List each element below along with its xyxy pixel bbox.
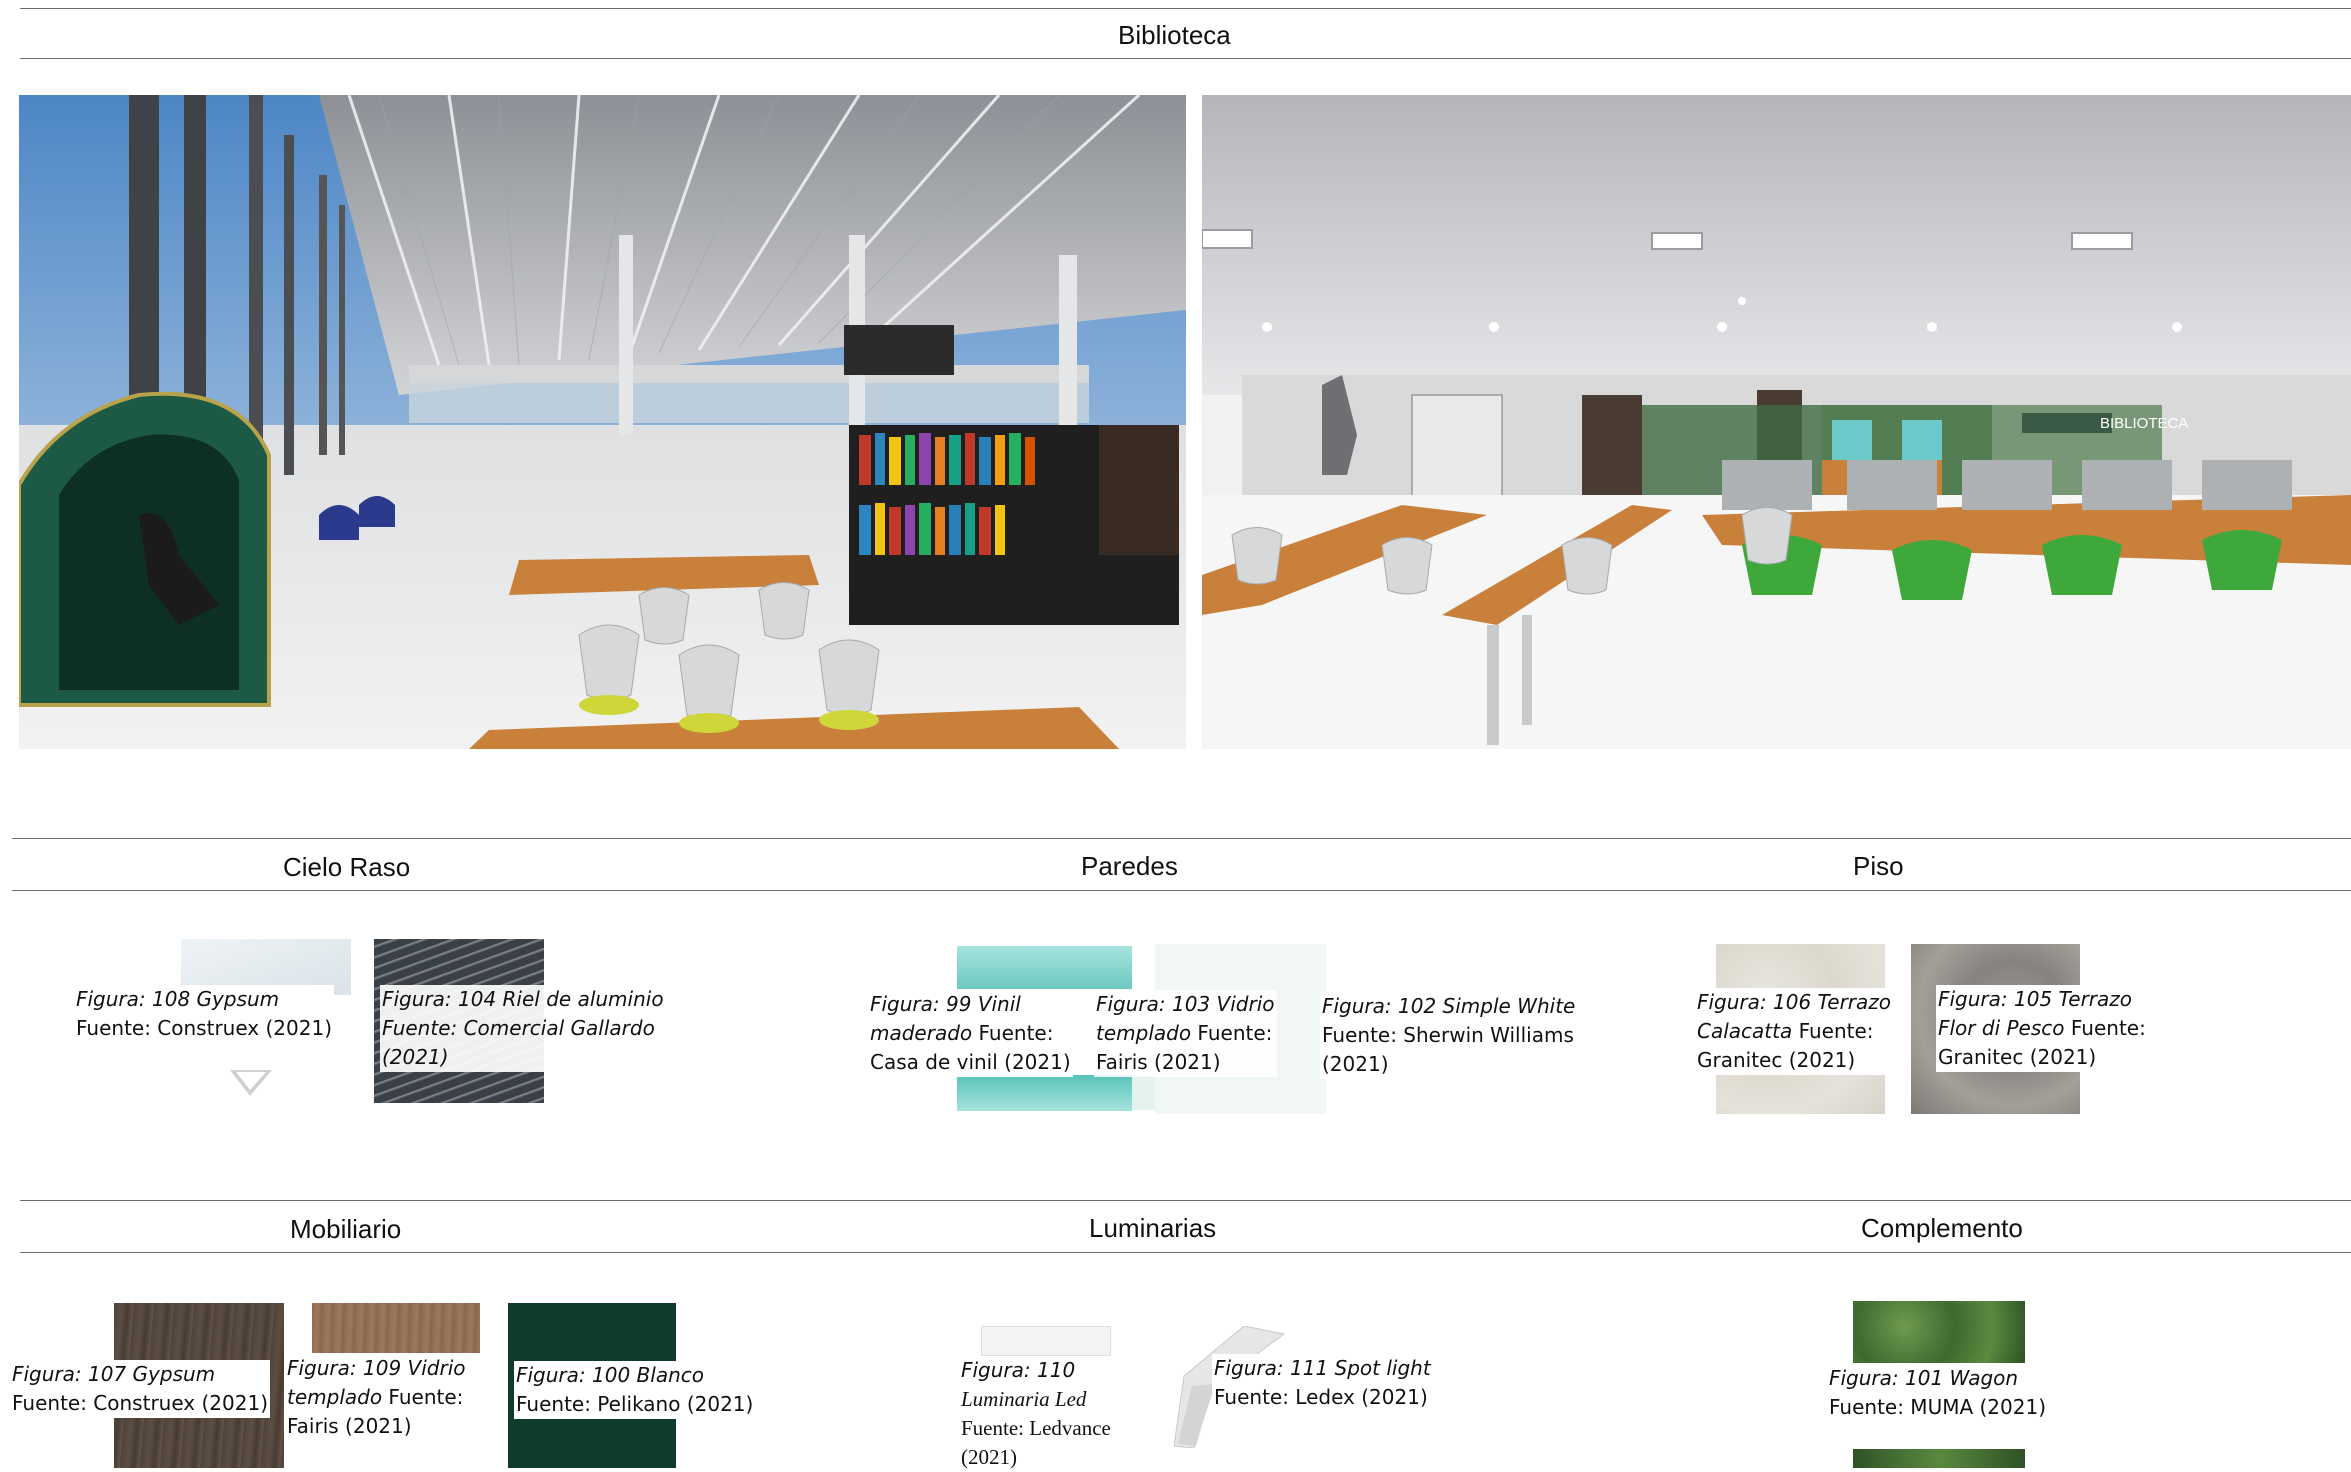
caption-fig108: Figura: 108 Gypsum Fuente: Construex (20… <box>74 985 334 1043</box>
glass-corner-swatch <box>1132 1076 1155 1110</box>
caption-fig103-title: Figura: 103 Vidrio <box>1096 992 1275 1016</box>
vertical-garden-swatch-bottom <box>1853 1449 2025 1468</box>
caption-fig111-source: Fuente: Ledex (2021) <box>1214 1385 1428 1409</box>
caption-fig104-year: (2021) <box>382 1045 449 1069</box>
caption-fig99-title: Figura: 99 Vinil <box>870 992 1021 1016</box>
caption-fig103-source-label: Fuente: <box>1191 1021 1273 1045</box>
render-left <box>19 95 1186 749</box>
caption-fig99-material: maderado <box>870 1021 973 1045</box>
caption-fig105-material: Flor di Pesco <box>1938 1016 2065 1040</box>
vertical-garden-swatch <box>1853 1301 2025 1363</box>
caption-fig103: Figura: 103 Vidrio templado Fuente: Fair… <box>1094 990 1277 1077</box>
caption-fig102: Figura: 102 Simple White Fuente: Sherwin… <box>1320 992 1578 1079</box>
caption-fig108-title: Figura: 108 Gypsum <box>76 987 280 1011</box>
caption-fig100: Figura: 100 Blanco Fuente: Pelikano (202… <box>514 1361 756 1419</box>
caption-fig101: Figura: 101 Wagon Fuente: MUMA (2021) <box>1827 1364 2049 1422</box>
caption-fig101-title: Figura: 101 Wagon <box>1829 1366 2019 1390</box>
caption-fig103-material: templado <box>1096 1021 1192 1045</box>
caption-fig100-source: Fuente: Pelikano (2021) <box>516 1392 754 1416</box>
caption-fig110-year: (2021) <box>961 1445 1017 1469</box>
caption-fig101-source: Fuente: MUMA (2021) <box>1829 1395 2047 1419</box>
caption-fig100-title: Figura: 100 Blanco <box>516 1363 704 1387</box>
caption-fig110: Figura: 110 Luminaria Led Fuente: Ledvan… <box>959 1356 1113 1472</box>
caption-fig106-title: Figura: 106 Terrazo <box>1697 990 1892 1014</box>
light-wood-swatch <box>312 1303 480 1353</box>
caption-fig104: Figura: 104 Riel de aluminio Fuente: Com… <box>380 985 666 1072</box>
caption-fig105-source: Granitec (2021) <box>1938 1045 2097 1069</box>
caption-fig110-source: Fuente: Ledvance <box>961 1416 1111 1440</box>
gypsum-corner-mark <box>230 1070 272 1096</box>
caption-fig105: Figura: 105 Terrazo Flor di Pesco Fuente… <box>1936 985 2148 1072</box>
title-underline <box>20 58 2351 59</box>
vinyl-wall-swatch <box>957 946 1132 989</box>
caption-fig103-source: Fairis (2021) <box>1096 1050 1221 1074</box>
section-complemento: Complemento <box>1861 1213 2023 1243</box>
caption-fig106-source-label: Fuente: <box>1792 1019 1874 1043</box>
caption-fig109-title: Figura: 109 Vidrio <box>287 1356 466 1380</box>
caption-fig110-material: Luminaria Led <box>961 1387 1087 1411</box>
section-mobiliario: Mobiliario <box>290 1214 402 1244</box>
page-title: Biblioteca <box>1118 20 1231 50</box>
biblioteca-sign: BIBLIOTECA <box>2100 415 2188 432</box>
led-luminaire-swatch <box>981 1326 1111 1356</box>
caption-fig99-source: Casa de vinil (2021) <box>870 1050 1071 1074</box>
caption-fig107-source: Fuente: Construex (2021) <box>12 1391 268 1415</box>
vinyl-wall-swatch-bottom <box>957 1075 1132 1111</box>
caption-fig109-material: templado <box>287 1385 383 1409</box>
caption-fig111: Figura: 111 Spot light Fuente: Ledex (20… <box>1212 1354 1433 1412</box>
row1-top-rule <box>12 838 2351 839</box>
caption-fig107-title: Figura: 107 Gypsum <box>12 1362 216 1386</box>
section-cielo-raso: Cielo Raso <box>283 852 411 882</box>
caption-fig106-source: Granitec (2021) <box>1697 1048 1856 1072</box>
section-paredes: Paredes <box>1081 851 1178 881</box>
caption-fig104-title: Figura: 104 Riel de aluminio <box>382 987 664 1011</box>
caption-fig106-material: Calacatta <box>1697 1019 1793 1043</box>
section-luminarias: Luminarias <box>1089 1213 1217 1243</box>
caption-fig109-source: Fairis (2021) <box>287 1414 412 1438</box>
caption-fig109-source-label: Fuente: <box>382 1385 464 1409</box>
caption-fig102-title: Figura: 102 Simple White <box>1322 994 1576 1018</box>
caption-fig110-title: Figura: 110 <box>961 1358 1076 1382</box>
row1-bottom-rule <box>12 890 2351 891</box>
caption-fig107: Figura: 107 Gypsum Fuente: Construex (20… <box>10 1360 270 1418</box>
top-rule <box>20 8 2351 9</box>
caption-fig99-source-label: Fuente: <box>972 1021 1054 1045</box>
caption-fig109: Figura: 109 Vidrio templado Fuente: Fair… <box>285 1354 468 1441</box>
caption-fig99: Figura: 99 Vinil maderado Fuente: Casa d… <box>868 990 1073 1077</box>
section-piso: Piso <box>1853 851 1904 881</box>
row2-bottom-rule <box>20 1252 2351 1253</box>
caption-fig104-source: Fuente: Comercial Gallardo <box>382 1016 655 1040</box>
caption-fig105-source-label: Fuente: <box>2064 1016 2146 1040</box>
caption-fig106: Figura: 106 Terrazo Calacatta Fuente: Gr… <box>1695 988 1894 1075</box>
caption-fig102-source: Fuente: Sherwin Williams <box>1322 1023 1574 1047</box>
caption-fig102-year: (2021) <box>1322 1052 1389 1076</box>
caption-fig108-source: Fuente: Construex (2021) <box>76 1016 332 1040</box>
render-right: BIBLIOTECA <box>1202 95 2351 749</box>
caption-fig111-title: Figura: 111 Spot light <box>1214 1356 1431 1380</box>
caption-fig105-title: Figura: 105 Terrazo <box>1938 987 2133 1011</box>
row2-top-rule <box>20 1200 2351 1201</box>
